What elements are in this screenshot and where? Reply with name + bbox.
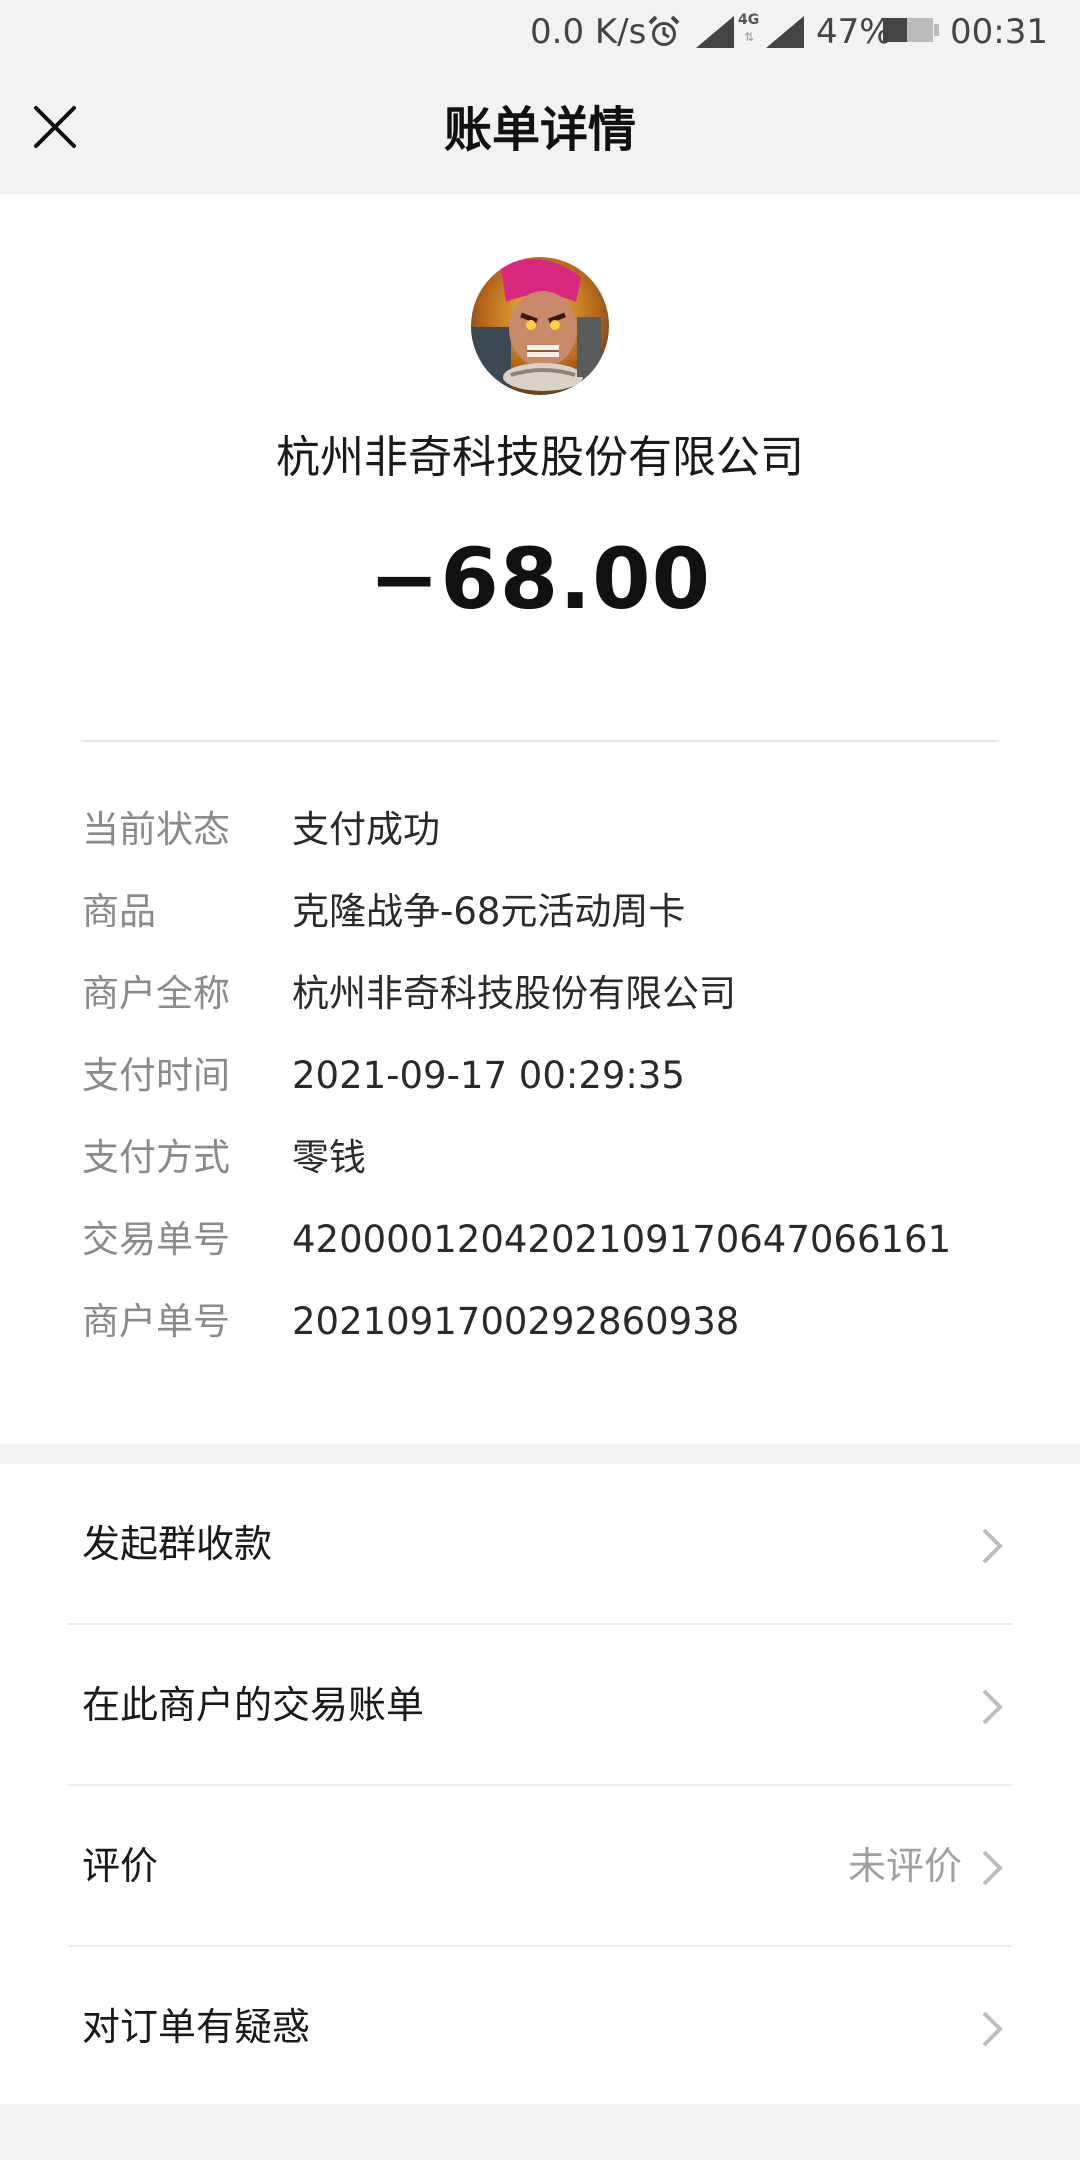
clock: 00:31 <box>950 12 1048 52</box>
action-label: 评价 <box>82 1844 159 1888</box>
action-label: 发起群收款 <box>82 1522 273 1566</box>
bill-summary-card: 杭州非奇科技股份有限公司 −68.00 当前状态 支付成功 商品 克隆战争-68… <box>0 194 1080 1444</box>
detail-value[interactable]: 2021091700292860938 <box>292 1292 739 1352</box>
signal-icon <box>766 16 804 48</box>
detail-value[interactable]: 4200001204202109170647066161 <box>292 1210 951 1270</box>
detail-value: 杭州非奇科技股份有限公司 <box>292 972 736 1015</box>
order-question-button[interactable]: 对订单有疑惑 <box>0 1947 1080 2108</box>
action-label: 在此商户的交易账单 <box>82 1683 425 1727</box>
merchant-name: 杭州非奇科技股份有限公司 <box>276 432 804 483</box>
signal-icon <box>696 16 734 48</box>
divider <box>81 740 999 742</box>
detail-label: 商品 <box>82 890 156 933</box>
detail-label: 支付时间 <box>82 1054 230 1097</box>
detail-row-status: 当前状态 支付成功 <box>0 800 1080 860</box>
status-bar: 0.0 K/s 4G ⇅ 47% 00:31 <box>0 0 1080 64</box>
payment-amount: −68.00 <box>368 530 712 628</box>
network-speed: 0.0 K/s <box>530 12 647 52</box>
chevron-right-icon <box>982 1528 1003 1564</box>
detail-label: 当前状态 <box>82 808 230 851</box>
detail-row-transaction-no: 交易单号 4200001204202109170647066161 <box>0 1210 1080 1270</box>
battery-icon <box>883 18 939 42</box>
action-list: 发起群收款 在此商户的交易账单 评价 未评价 对订单有疑惑 <box>0 1464 1080 2104</box>
detail-value: 2021-09-17 00:29:35 <box>292 1054 685 1097</box>
detail-row-product: 商品 克隆战争-68元活动周卡 <box>0 882 1080 942</box>
page-title: 账单详情 <box>443 102 636 158</box>
detail-value: 支付成功 <box>292 808 440 851</box>
review-button[interactable]: 评价 未评价 <box>0 1786 1080 1947</box>
navigation-bar: 账单详情 <box>0 64 1080 194</box>
action-label: 对订单有疑惑 <box>82 2005 311 2049</box>
detail-label: 商户全称 <box>82 972 230 1015</box>
alarm-icon <box>648 15 680 46</box>
detail-row-merchant-no: 商户单号 2021091700292860938 <box>0 1292 1080 1352</box>
network-type-label: 4G <box>738 12 760 28</box>
chevron-right-icon <box>982 1850 1003 1886</box>
detail-row-pay-time: 支付时间 2021-09-17 00:29:35 <box>0 1046 1080 1106</box>
detail-row-merchant: 商户全称 杭州非奇科技股份有限公司 <box>0 964 1080 1024</box>
detail-label: 支付方式 <box>82 1136 230 1179</box>
chevron-right-icon <box>982 1689 1003 1725</box>
data-activity-icon: ⇅ <box>744 30 755 44</box>
detail-label: 商户单号 <box>82 1300 230 1343</box>
merchant-bills-button[interactable]: 在此商户的交易账单 <box>0 1625 1080 1786</box>
group-collect-button[interactable]: 发起群收款 <box>0 1464 1080 1625</box>
detail-value: 克隆战争-68元活动周卡 <box>292 890 686 933</box>
chevron-right-icon <box>982 2011 1003 2047</box>
detail-row-pay-method: 支付方式 零钱 <box>0 1128 1080 1188</box>
review-status: 未评价 <box>847 1844 962 1888</box>
detail-value: 零钱 <box>292 1136 366 1179</box>
merchant-avatar <box>471 257 609 395</box>
battery-percent: 47% <box>816 12 892 52</box>
detail-label: 交易单号 <box>82 1218 230 1261</box>
